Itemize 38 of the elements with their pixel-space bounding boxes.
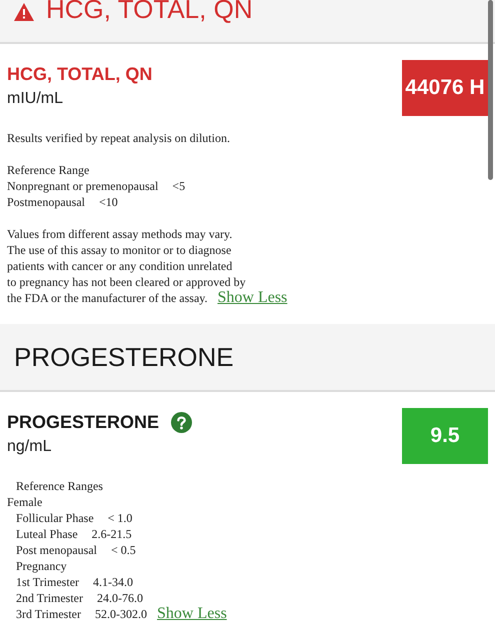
show-less-link[interactable]: Show Less: [218, 290, 288, 306]
range-value: 2.6-21.5: [92, 526, 132, 542]
help-icon[interactable]: [171, 412, 192, 432]
note-text: Results verified by repeat analysis on dilution.: [7, 130, 230, 146]
unit-label: ng/mL: [7, 437, 52, 457]
range-value: <5: [172, 178, 186, 194]
result-value-badge: 9.5: [402, 408, 488, 464]
note-text: Follicular Phase: [16, 510, 94, 526]
note-text: Reference Range: [7, 162, 90, 178]
range-value: 24.0-76.0: [97, 590, 144, 606]
note-text: to pregnancy has not been cleared or approved by: [7, 274, 246, 290]
range-value: < 0.5: [111, 542, 136, 558]
range-value: < 1.0: [108, 510, 132, 526]
show-less-link[interactable]: Show Less: [157, 606, 227, 622]
note-text: Pregnancy: [16, 558, 67, 574]
note-text: Nonpregnant or premenopausal: [7, 178, 158, 194]
range-value: 52.0-302.0: [95, 606, 148, 622]
note-text: 2nd Trimester: [16, 590, 84, 606]
section-title: HCG, TOTAL, QN: [46, 0, 253, 22]
test-name: HCG, TOTAL, QN: [7, 63, 152, 85]
unit-label: mIU/mL: [7, 89, 64, 109]
note-text: Luteal Phase: [16, 526, 78, 542]
test-name: PROGESTERONE: [7, 411, 160, 433]
note-text: the FDA or the manufacturer of the assay.: [7, 290, 208, 306]
note-text: patients with cancer or any condition unrelated: [7, 258, 232, 274]
range-value: 4.1-34.0: [93, 574, 134, 590]
note-text: 1st Trimester: [16, 574, 80, 590]
result-value-badge: 44076 H: [402, 60, 488, 116]
note-text: 3rd Trimester: [16, 606, 82, 622]
note-text: Values from different assay methods may vary.: [7, 226, 232, 242]
note-heading: Reference Ranges: [15, 478, 104, 494]
section-title: PROGESTERONE: [14, 344, 234, 370]
note-text: Post menopausal: [16, 542, 97, 558]
note-text: Female: [7, 494, 42, 510]
note-text: The use of this assay to monitor or to diagnose: [7, 242, 232, 258]
range-value: <10: [99, 194, 118, 210]
scrollbar[interactable]: [488, 0, 493, 180]
note-text: Postmenopausal: [7, 194, 85, 210]
